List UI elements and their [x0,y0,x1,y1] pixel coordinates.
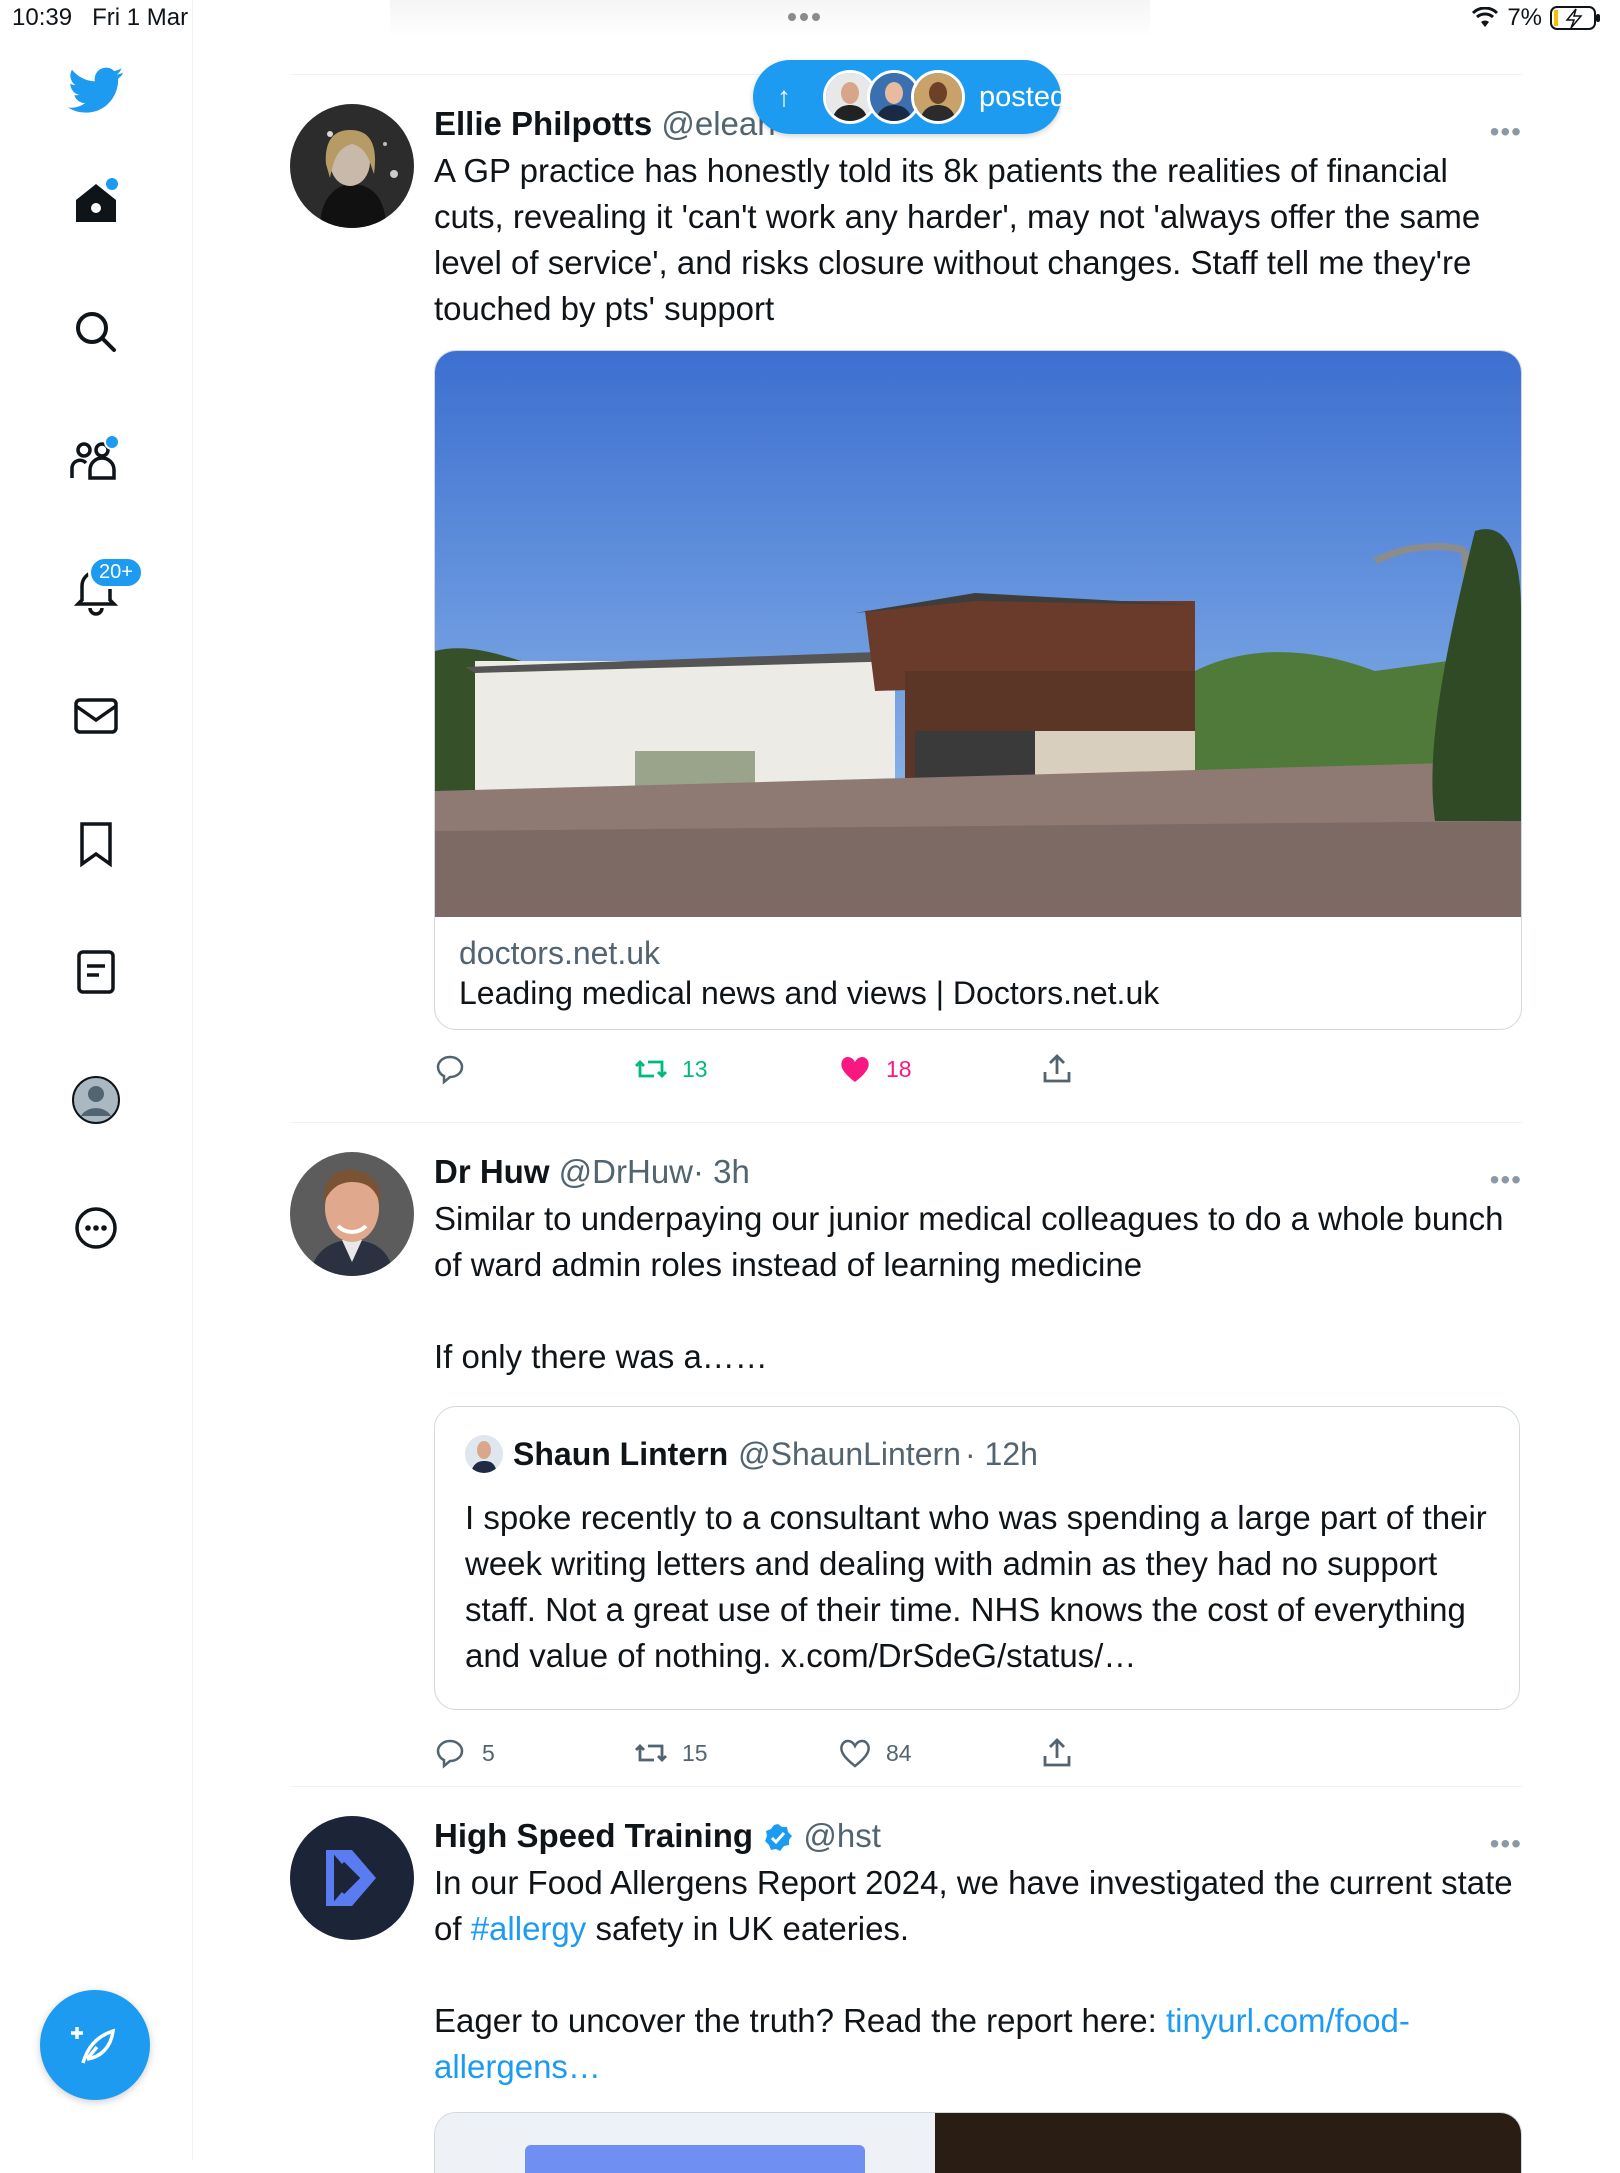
tweet-text: In our Food Allergens Report 2024, we ha… [434,1860,1522,2090]
quoted-time: · 12h [964,1435,1038,1472]
tweet-body: Dr Huw @DrHuw· 3h ••• Similar to underpa… [434,1152,1522,1788]
tweet-header: High Speed Training @hst [434,1816,1522,1856]
media-right [935,2113,1521,2173]
like-button[interactable]: 84 [838,1736,912,1770]
quoted-tweet[interactable]: Shaun Lintern @ShaunLintern · 12h I spok… [434,1406,1520,1710]
tweet-body: Ellie Philpotts @elean ••• A GP practice… [434,104,1522,1104]
new-posts-pill[interactable]: ↑ posted [753,60,1066,134]
quoted-tweet-header: Shaun Lintern @ShaunLintern · 12h [465,1435,1489,1473]
tweet-text: A GP practice has honestly told its 8k p… [434,152,1481,327]
home-unread-dot [104,176,120,192]
feather-plus-icon [71,2027,116,2064]
reply-button[interactable] [434,1052,468,1086]
battery-charging-icon [1550,6,1600,30]
quoted-author-handle: @ShaunLintern [738,1435,961,1472]
share-button[interactable] [1040,1052,1074,1086]
reply-icon [436,1055,464,1085]
media-left [435,2113,935,2173]
link-card-title: Leading medical news and views | Doctors… [459,975,1160,1011]
battery-percent: 7% [1507,4,1542,31]
tweet-text-line: Eager to uncover the truth? Read the rep… [434,2002,1410,2085]
tweet-more-icon[interactable]: ••• [1490,1164,1522,1196]
quoted-author-name: Shaun Lintern [513,1435,729,1472]
report-url-link-cont[interactable]: allergens… [434,2048,601,2085]
tweet-actions: 5 15 84 [434,1728,1522,1788]
quoted-tweet-text: I spoke recently to a consultant who was… [465,1499,1487,1674]
pill-avatar [911,70,965,124]
like-count: 84 [886,1739,912,1766]
quoted-avatar [465,1435,503,1473]
report-url-link[interactable]: tinyurl.com/food- [1166,2002,1410,2039]
home-icon[interactable] [68,176,124,232]
share-button[interactable] [1040,1736,1074,1770]
heart-outline-icon [840,1739,870,1768]
tweet-text-line: In our Food Allergens Report 2024, we ha… [434,1864,1513,1947]
avatar[interactable] [290,1152,414,1276]
tweet-more-icon[interactable]: ••• [1490,1828,1522,1860]
search-icon[interactable] [68,304,124,360]
tweet-media-preview[interactable] [434,2112,1522,2173]
reply-icon [436,1739,464,1769]
share-icon [1043,1738,1071,1767]
retweet-button[interactable]: 15 [634,1736,708,1770]
retweet-icon [635,1744,667,1762]
author-handle[interactable]: @hst [803,1817,881,1854]
author-name[interactable]: Dr Huw [434,1153,550,1190]
verified-badge-icon [765,1824,793,1852]
like-count: 18 [886,1055,912,1082]
multitasking-dots[interactable] [788,8,824,26]
tweet-header: Dr Huw @DrHuw· 3h [434,1152,1522,1192]
profile-avatar-icon[interactable] [68,1072,124,1128]
notifications-badge: 20+ [88,556,144,589]
tweet-text: Similar to underpaying our junior medica… [434,1196,1522,1380]
more-options-icon[interactable] [68,1200,124,1256]
author-name[interactable]: Ellie Philpotts [434,105,652,142]
avatar[interactable] [290,104,414,228]
twitter-logo-icon[interactable] [68,62,124,118]
hashtag-link[interactable]: #allergy [471,1910,587,1947]
tweet-time[interactable]: · 3h [693,1153,750,1190]
retweet-button[interactable]: 13 [634,1052,708,1086]
wifi-icon [1472,7,1499,27]
share-icon [1043,1054,1071,1083]
tweet-actions: 13 18 [434,1044,1522,1104]
top-bar-fade [390,0,1150,38]
messages-envelope-icon[interactable] [68,688,124,744]
arrow-up-icon: ↑ [777,81,791,112]
retweet-count: 15 [682,1739,708,1766]
communities-unread-dot [104,434,120,450]
status-bar: 10:39 Fri 1 Mar 7% [0,0,1620,40]
author-name[interactable]: High Speed Training [434,1817,753,1854]
bookmark-icon[interactable] [68,816,124,872]
avatar[interactable] [290,1816,414,1940]
reply-count: 5 [482,1739,495,1766]
tweet-body: High Speed Training @hst ••• In our Food… [434,1816,1522,2173]
sidebar: 20+ [0,0,193,2160]
tweet-more-icon[interactable]: ••• [1490,116,1522,148]
author-handle[interactable]: @DrHuw [559,1153,693,1190]
heart-filled-icon [841,1056,869,1082]
lists-icon[interactable] [68,944,124,1000]
communities-icon[interactable] [68,434,124,490]
new-posts-label: posted [979,80,1067,113]
status-right: 7% [1471,4,1602,32]
link-card-meta: doctors.net.uk Leading medical news and … [435,917,1521,1029]
compose-tweet-button[interactable] [40,1990,150,2100]
link-card-image [435,351,1521,917]
link-card-domain: doctors.net.uk [459,935,660,971]
link-card[interactable]: doctors.net.uk Leading medical news and … [434,350,1522,1030]
tweet-text-line: Similar to underpaying our junior medica… [434,1200,1504,1283]
divider [290,1122,1522,1123]
pill-avatars [823,70,965,124]
tweet-text-line: If only there was a…… [434,1338,768,1375]
retweet-count: 13 [682,1055,708,1082]
like-button[interactable]: 18 [838,1052,912,1086]
reply-button[interactable]: 5 [434,1736,495,1770]
retweet-icon [635,1060,667,1078]
